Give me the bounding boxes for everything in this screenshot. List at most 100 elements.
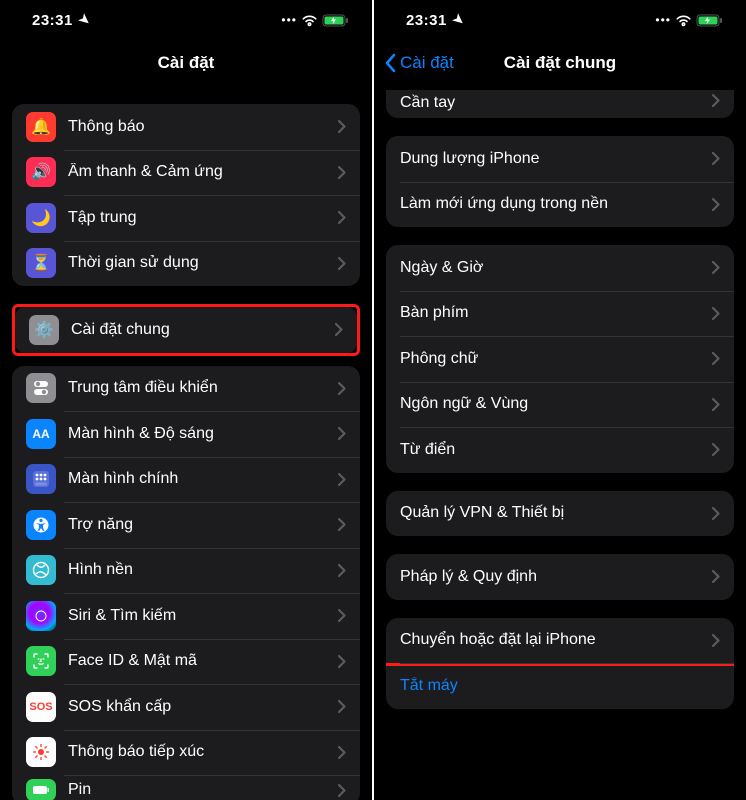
accessibility-icon bbox=[26, 510, 56, 540]
chevron-right-icon bbox=[338, 700, 346, 713]
wallpaper-icon bbox=[26, 555, 56, 585]
siri-icon bbox=[26, 601, 56, 631]
status-bar: 23:31 ➤ bbox=[0, 0, 372, 40]
status-right bbox=[655, 11, 724, 29]
row-thong-bao[interactable]: 🔔Thông báo bbox=[12, 104, 360, 150]
row-transfer-reset[interactable]: Chuyển hoặc đặt lại iPhone bbox=[386, 618, 734, 664]
location-arrow-icon: ➤ bbox=[449, 10, 468, 30]
chevron-right-icon bbox=[338, 655, 346, 668]
chevron-right-icon bbox=[712, 307, 720, 320]
chevron-right-icon bbox=[338, 257, 346, 270]
chevron-right-icon bbox=[338, 382, 346, 395]
chevron-right-icon bbox=[338, 609, 346, 622]
chevron-right-icon bbox=[338, 564, 346, 577]
row-accessibility[interactable]: Trợ năng bbox=[12, 502, 360, 548]
chevron-right-icon bbox=[712, 198, 720, 211]
row-vpn[interactable]: Quản lý VPN & Thiết bị bbox=[386, 491, 734, 537]
chevron-right-icon bbox=[338, 784, 346, 797]
chevron-right-icon bbox=[712, 398, 720, 411]
row-dictionary[interactable]: Từ điển bbox=[386, 427, 734, 473]
battery-icon bbox=[696, 14, 724, 27]
group-reset: Chuyển hoặc đặt lại iPhone Tắt máy bbox=[386, 618, 734, 709]
general-list[interactable]: Cần tay Dung lượng iPhone Làm mới ứng dụ… bbox=[374, 86, 746, 800]
chevron-right-icon bbox=[338, 746, 346, 759]
chevron-right-icon bbox=[338, 120, 346, 133]
chevron-right-icon bbox=[712, 152, 720, 165]
faceid-icon bbox=[26, 646, 56, 676]
location-arrow-icon: ➤ bbox=[75, 10, 94, 30]
chevron-right-icon bbox=[338, 427, 346, 440]
row-dung-luong[interactable]: Dung lượng iPhone bbox=[386, 136, 734, 182]
focus-icon: 🌙 bbox=[26, 203, 56, 233]
page-title: Cài đặt bbox=[158, 53, 215, 73]
chevron-right-icon bbox=[712, 570, 720, 583]
row-wallpaper[interactable]: Hình nền bbox=[12, 548, 360, 594]
page-title: Cài đặt chung bbox=[504, 53, 616, 73]
group-locale: Ngày & Giờ Bàn phím Phông chữ Ngôn ngữ &… bbox=[386, 245, 734, 473]
battery-icon bbox=[322, 14, 350, 27]
chevron-left-icon bbox=[384, 53, 396, 73]
settings-group-general: Trung tâm điều khiển AAMàn hình & Độ sán… bbox=[12, 366, 360, 800]
row-am-thanh[interactable]: 🔊Âm thanh & Cảm ứng bbox=[12, 150, 360, 196]
row-display[interactable]: AAMàn hình & Độ sáng bbox=[12, 411, 360, 457]
row-faceid[interactable]: Face ID & Mật mã bbox=[12, 639, 360, 685]
status-time: 23:31 ➤ bbox=[406, 12, 464, 29]
group-cut-top: Cần tay bbox=[386, 90, 734, 118]
row-exposure[interactable]: Thông báo tiếp xúc bbox=[12, 730, 360, 776]
row-thoi-gian[interactable]: ⏳Thời gian sử dụng bbox=[12, 241, 360, 287]
back-button[interactable]: Cài đặt bbox=[384, 53, 454, 73]
row-tap-trung[interactable]: 🌙Tập trung bbox=[12, 195, 360, 241]
notification-icon: 🔔 bbox=[26, 112, 56, 142]
group-legal: Pháp lý & Quy định bbox=[386, 554, 734, 600]
control-center-icon bbox=[26, 373, 56, 403]
screentime-icon: ⏳ bbox=[26, 248, 56, 278]
chevron-right-icon bbox=[712, 507, 720, 520]
row-can-tay[interactable]: Cần tay bbox=[386, 90, 734, 118]
chevron-right-icon bbox=[712, 634, 720, 647]
homescreen-icon bbox=[26, 464, 56, 494]
group-vpn: Quản lý VPN & Thiết bị bbox=[386, 491, 734, 537]
status-bar: 23:31 ➤ bbox=[374, 0, 746, 40]
row-siri[interactable]: Siri & Tìm kiếm bbox=[12, 593, 360, 639]
exposure-icon bbox=[26, 737, 56, 767]
row-pin[interactable]: Pin bbox=[12, 775, 360, 800]
row-homescreen[interactable]: Màn hình chính bbox=[12, 457, 360, 503]
general-settings-screen: 23:31 ➤ Cài đặt Cài đặt chung Cần tay Du… bbox=[374, 0, 746, 800]
row-legal[interactable]: Pháp lý & Quy định bbox=[386, 554, 734, 600]
row-keyboard[interactable]: Bàn phím bbox=[386, 291, 734, 337]
chevron-right-icon bbox=[338, 166, 346, 179]
nav-bar: Cài đặt Cài đặt chung bbox=[374, 40, 746, 86]
row-cai-dat-chung[interactable]: ⚙️Cài đặt chung bbox=[15, 307, 357, 353]
chevron-right-icon bbox=[338, 473, 346, 486]
display-icon: AA bbox=[26, 419, 56, 449]
settings-list[interactable]: 🔔Thông báo 🔊Âm thanh & Cảm ứng 🌙Tập trun… bbox=[0, 86, 372, 800]
nav-bar: Cài đặt bbox=[0, 40, 372, 86]
row-fonts[interactable]: Phông chữ bbox=[386, 336, 734, 382]
row-shutdown[interactable]: Tắt máy bbox=[386, 663, 734, 709]
settings-group-notifications: 🔔Thông báo 🔊Âm thanh & Cảm ứng 🌙Tập trun… bbox=[12, 104, 360, 286]
row-control-center[interactable]: Trung tâm điều khiển bbox=[12, 366, 360, 412]
row-sos[interactable]: SOSSOS khẩn cấp bbox=[12, 684, 360, 730]
sos-icon: SOS bbox=[26, 692, 56, 722]
row-date-time[interactable]: Ngày & Giờ bbox=[386, 245, 734, 291]
row-language[interactable]: Ngôn ngữ & Vùng bbox=[386, 382, 734, 428]
chevron-right-icon bbox=[712, 352, 720, 365]
general-icon: ⚙️ bbox=[29, 315, 59, 345]
chevron-right-icon bbox=[338, 518, 346, 531]
wifi-icon bbox=[675, 14, 692, 27]
battery-icon bbox=[26, 779, 56, 800]
signal-icon bbox=[281, 11, 297, 29]
highlight-general: ⚙️Cài đặt chung bbox=[12, 304, 360, 356]
chevron-right-icon bbox=[338, 211, 346, 224]
signal-icon bbox=[655, 11, 671, 29]
row-background-refresh[interactable]: Làm mới ứng dụng trong nền bbox=[386, 182, 734, 228]
chevron-right-icon bbox=[335, 323, 343, 336]
status-time: 23:31 ➤ bbox=[32, 12, 90, 29]
wifi-icon bbox=[301, 14, 318, 27]
group-storage: Dung lượng iPhone Làm mới ứng dụng trong… bbox=[386, 136, 734, 227]
chevron-right-icon bbox=[712, 443, 720, 456]
status-right bbox=[281, 11, 350, 29]
chevron-right-icon bbox=[712, 94, 720, 107]
settings-screen: 23:31 ➤ Cài đặt 🔔Thông báo 🔊Âm thanh & C… bbox=[0, 0, 372, 800]
chevron-right-icon bbox=[712, 261, 720, 274]
